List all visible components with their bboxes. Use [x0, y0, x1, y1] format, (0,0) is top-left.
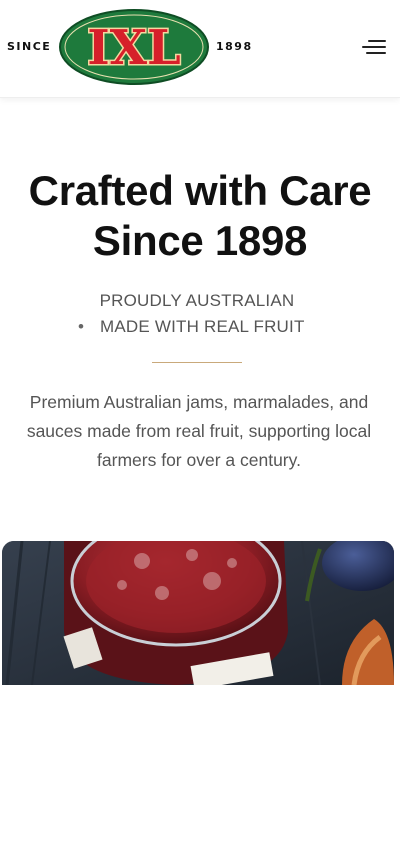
gold-divider [152, 362, 242, 363]
tagline-proudly-australian: PROUDLY AUSTRALIAN [99, 291, 295, 310]
ixl-logo[interactable]: IXL IXL [58, 8, 210, 86]
tagline-real-fruit: • MADE WITH REAL FRUIT [78, 317, 305, 337]
logo-text: IXL [87, 20, 180, 76]
site-header: SINCE IXL IXL 1898 [0, 0, 400, 98]
jam-jar-image [2, 541, 394, 685]
hero-title-line1: Crafted with Care [28, 167, 372, 214]
hero-description: Premium Australian jams, marmalades, and… [26, 392, 372, 470]
year-label: 1898 [216, 40, 253, 53]
hero-title-line2: Since 1898 [92, 217, 308, 264]
since-label: SINCE [7, 40, 52, 53]
hero-title: Crafted with Care Since 1898 [0, 166, 400, 266]
hamburger-menu-icon[interactable] [360, 36, 388, 58]
bullet: • [78, 317, 85, 336]
tagline-real-fruit-text: MADE WITH REAL FRUIT [100, 317, 305, 336]
